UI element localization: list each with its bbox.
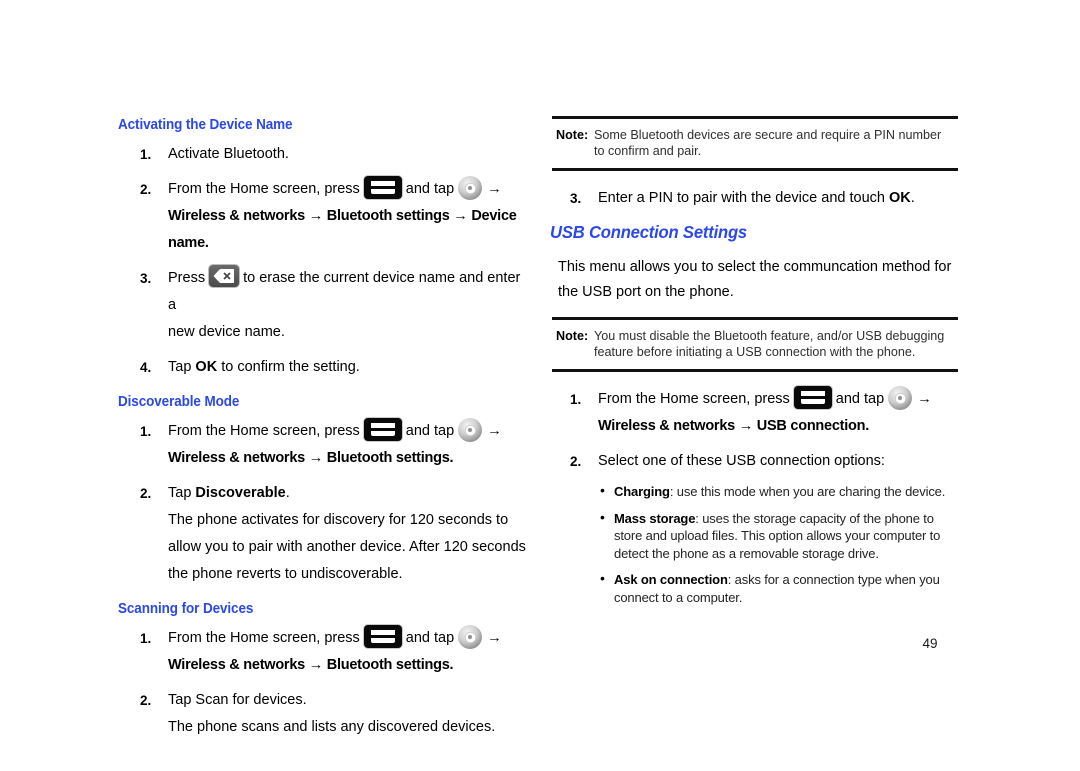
menu-icon xyxy=(793,386,832,409)
step-text: From the Home screen, press and tap → xyxy=(168,418,528,445)
step-number: 1. xyxy=(140,424,152,439)
option-name: Ask on connection xyxy=(614,572,728,587)
step-item: 1. From the Home screen, press and tap → W… xyxy=(118,418,528,472)
step-text-middle: and tap xyxy=(405,423,455,439)
page-number: 49 xyxy=(922,636,938,651)
step-item: 2. From the Home screen, press and tap → W… xyxy=(118,176,528,257)
note-body: Note: Some Bluetooth devices are secure a… xyxy=(556,127,954,159)
ok-label: OK xyxy=(195,359,218,375)
note-box: Note: You must disable the Bluetooth feat… xyxy=(552,317,958,372)
step-text-prefix: From the Home screen, press xyxy=(168,423,360,439)
step-text-prefix: From the Home screen, press xyxy=(168,630,360,646)
step-paragraph: The phone scans and lists any discovered… xyxy=(168,719,496,735)
step-text-suffix: to confirm the setting. xyxy=(217,359,360,375)
step-text-middle: and tap xyxy=(835,391,885,407)
step-item: 3. Press to erase the current device nam… xyxy=(118,265,528,346)
left-column: Activating the Device Name 1. Activate B… xyxy=(118,104,528,749)
step-item: 4. Tap OK to confirm the setting. xyxy=(118,354,528,381)
step-item: 2. Select one of these USB connection op… xyxy=(548,448,958,475)
arrow-icon: → xyxy=(487,630,502,646)
step-item: 2. Tap Discoverable. The phone activates… xyxy=(118,480,528,588)
step-text-prefix: Tap xyxy=(168,359,196,375)
step-text-prefix: Tap xyxy=(168,485,196,501)
step-text-middle: and tap xyxy=(405,630,455,646)
step-text: Tap Scan for devices. xyxy=(168,692,307,708)
step-text-suffix: . xyxy=(910,190,915,206)
list-item: Mass storage: uses the storage capacity … xyxy=(600,509,958,563)
step-text: From the Home screen, press and tap → xyxy=(168,625,528,652)
step-text: Activate Bluetooth. xyxy=(168,146,289,162)
note-body: Note: You must disable the Bluetooth feat… xyxy=(556,328,954,360)
list-item: Charging: use this mode when you are cha… xyxy=(600,482,958,501)
note-label: Note: xyxy=(556,329,589,343)
step-item: 2. Tap Scan for devices. The phone scans… xyxy=(118,687,528,741)
step-text-prefix: From the Home screen, press xyxy=(598,391,790,407)
settings-icon xyxy=(888,386,913,410)
settings-icon xyxy=(458,176,483,200)
settings-icon xyxy=(458,625,483,649)
list-item: Ask on connection: asks for a connection… xyxy=(600,570,958,606)
discoverable-label: Discoverable xyxy=(195,485,286,501)
menu-path: Wireless & networks → Bluetooth settings… xyxy=(168,657,454,673)
menu-path: Wireless & networks → USB connection. xyxy=(598,418,870,434)
step-text: Tap OK to confirm the setting. xyxy=(168,354,528,381)
menu-path: Wireless & networks → Bluetooth settings… xyxy=(168,450,454,466)
step-text: Enter a PIN to pair with the device and … xyxy=(598,185,958,212)
step-text: From the Home screen, press and tap → xyxy=(168,176,528,203)
step-number: 2. xyxy=(140,182,152,197)
option-name: Mass storage xyxy=(614,510,696,526)
manual-page: Activating the Device Name 1. Activate B… xyxy=(0,0,1080,771)
right-column: Note: Some Bluetooth devices are secure a… xyxy=(548,104,958,615)
menu-path: Wireless & networks → Bluetooth settings… xyxy=(168,208,517,251)
note-label: Note: xyxy=(556,128,589,142)
usb-intro-paragraph: This menu allows you to select the commu… xyxy=(558,259,952,300)
arrow-icon: → xyxy=(917,391,932,407)
ok-label: OK xyxy=(888,190,911,206)
arrow-icon: → xyxy=(487,181,502,197)
heading-activating-the-device-name: Activating the Device Name xyxy=(118,117,293,133)
step-number: 1. xyxy=(140,631,152,646)
note-text: You must disable the Bluetooth feature, … xyxy=(594,329,945,359)
note-box: Note: Some Bluetooth devices are secure a… xyxy=(552,116,958,171)
heading-scanning-for-devices: Scanning for Devices xyxy=(118,601,254,617)
step-item: 1. From the Home screen, press and tap → W… xyxy=(548,386,958,440)
step-paragraph: The phone activates for discovery for 12… xyxy=(168,512,526,582)
option-name: Charging xyxy=(614,484,670,499)
step-number: 2. xyxy=(570,454,582,469)
step-number: 2. xyxy=(140,693,152,708)
step-text: Tap Discoverable. xyxy=(168,480,528,507)
backspace-key-icon xyxy=(209,265,240,287)
step-number: 3. xyxy=(570,191,582,206)
step-text: From the Home screen, press and tap → xyxy=(598,386,958,413)
step-text-prefix: Enter a PIN to pair with the device and … xyxy=(598,190,889,206)
step-number: 1. xyxy=(570,392,582,407)
step-text: Press to erase the current device name a… xyxy=(168,265,528,319)
step-text-line2: new device name. xyxy=(168,324,285,340)
step-item: 1. From the Home screen, press and tap → W… xyxy=(118,625,528,679)
step-number: 3. xyxy=(140,271,152,286)
menu-icon xyxy=(363,625,402,648)
step-text-middle: and tap xyxy=(405,181,455,197)
step-item: 3. Enter a PIN to pair with the device a… xyxy=(548,185,958,212)
step-text: Select one of these USB connection optio… xyxy=(598,453,885,469)
step-number: 1. xyxy=(140,147,152,162)
settings-icon xyxy=(458,418,483,442)
usb-options-list: Charging: use this mode when you are cha… xyxy=(548,482,958,606)
heading-discoverable-mode: Discoverable Mode xyxy=(118,394,240,410)
step-text-suffix: . xyxy=(285,485,290,501)
step-text-prefix: Press xyxy=(168,270,206,286)
note-text: Some Bluetooth devices are secure and re… xyxy=(594,128,942,158)
menu-icon xyxy=(363,176,402,199)
step-text-prefix: From the Home screen, press xyxy=(168,181,360,197)
arrow-icon: → xyxy=(487,423,502,439)
heading-usb-connection-settings: USB Connection Settings xyxy=(550,222,747,242)
menu-icon xyxy=(363,418,402,441)
step-number: 4. xyxy=(140,360,152,375)
option-description: : use this mode when you are charing the… xyxy=(669,484,946,499)
step-number: 2. xyxy=(140,486,152,501)
step-item: 1. Activate Bluetooth. xyxy=(118,141,528,168)
